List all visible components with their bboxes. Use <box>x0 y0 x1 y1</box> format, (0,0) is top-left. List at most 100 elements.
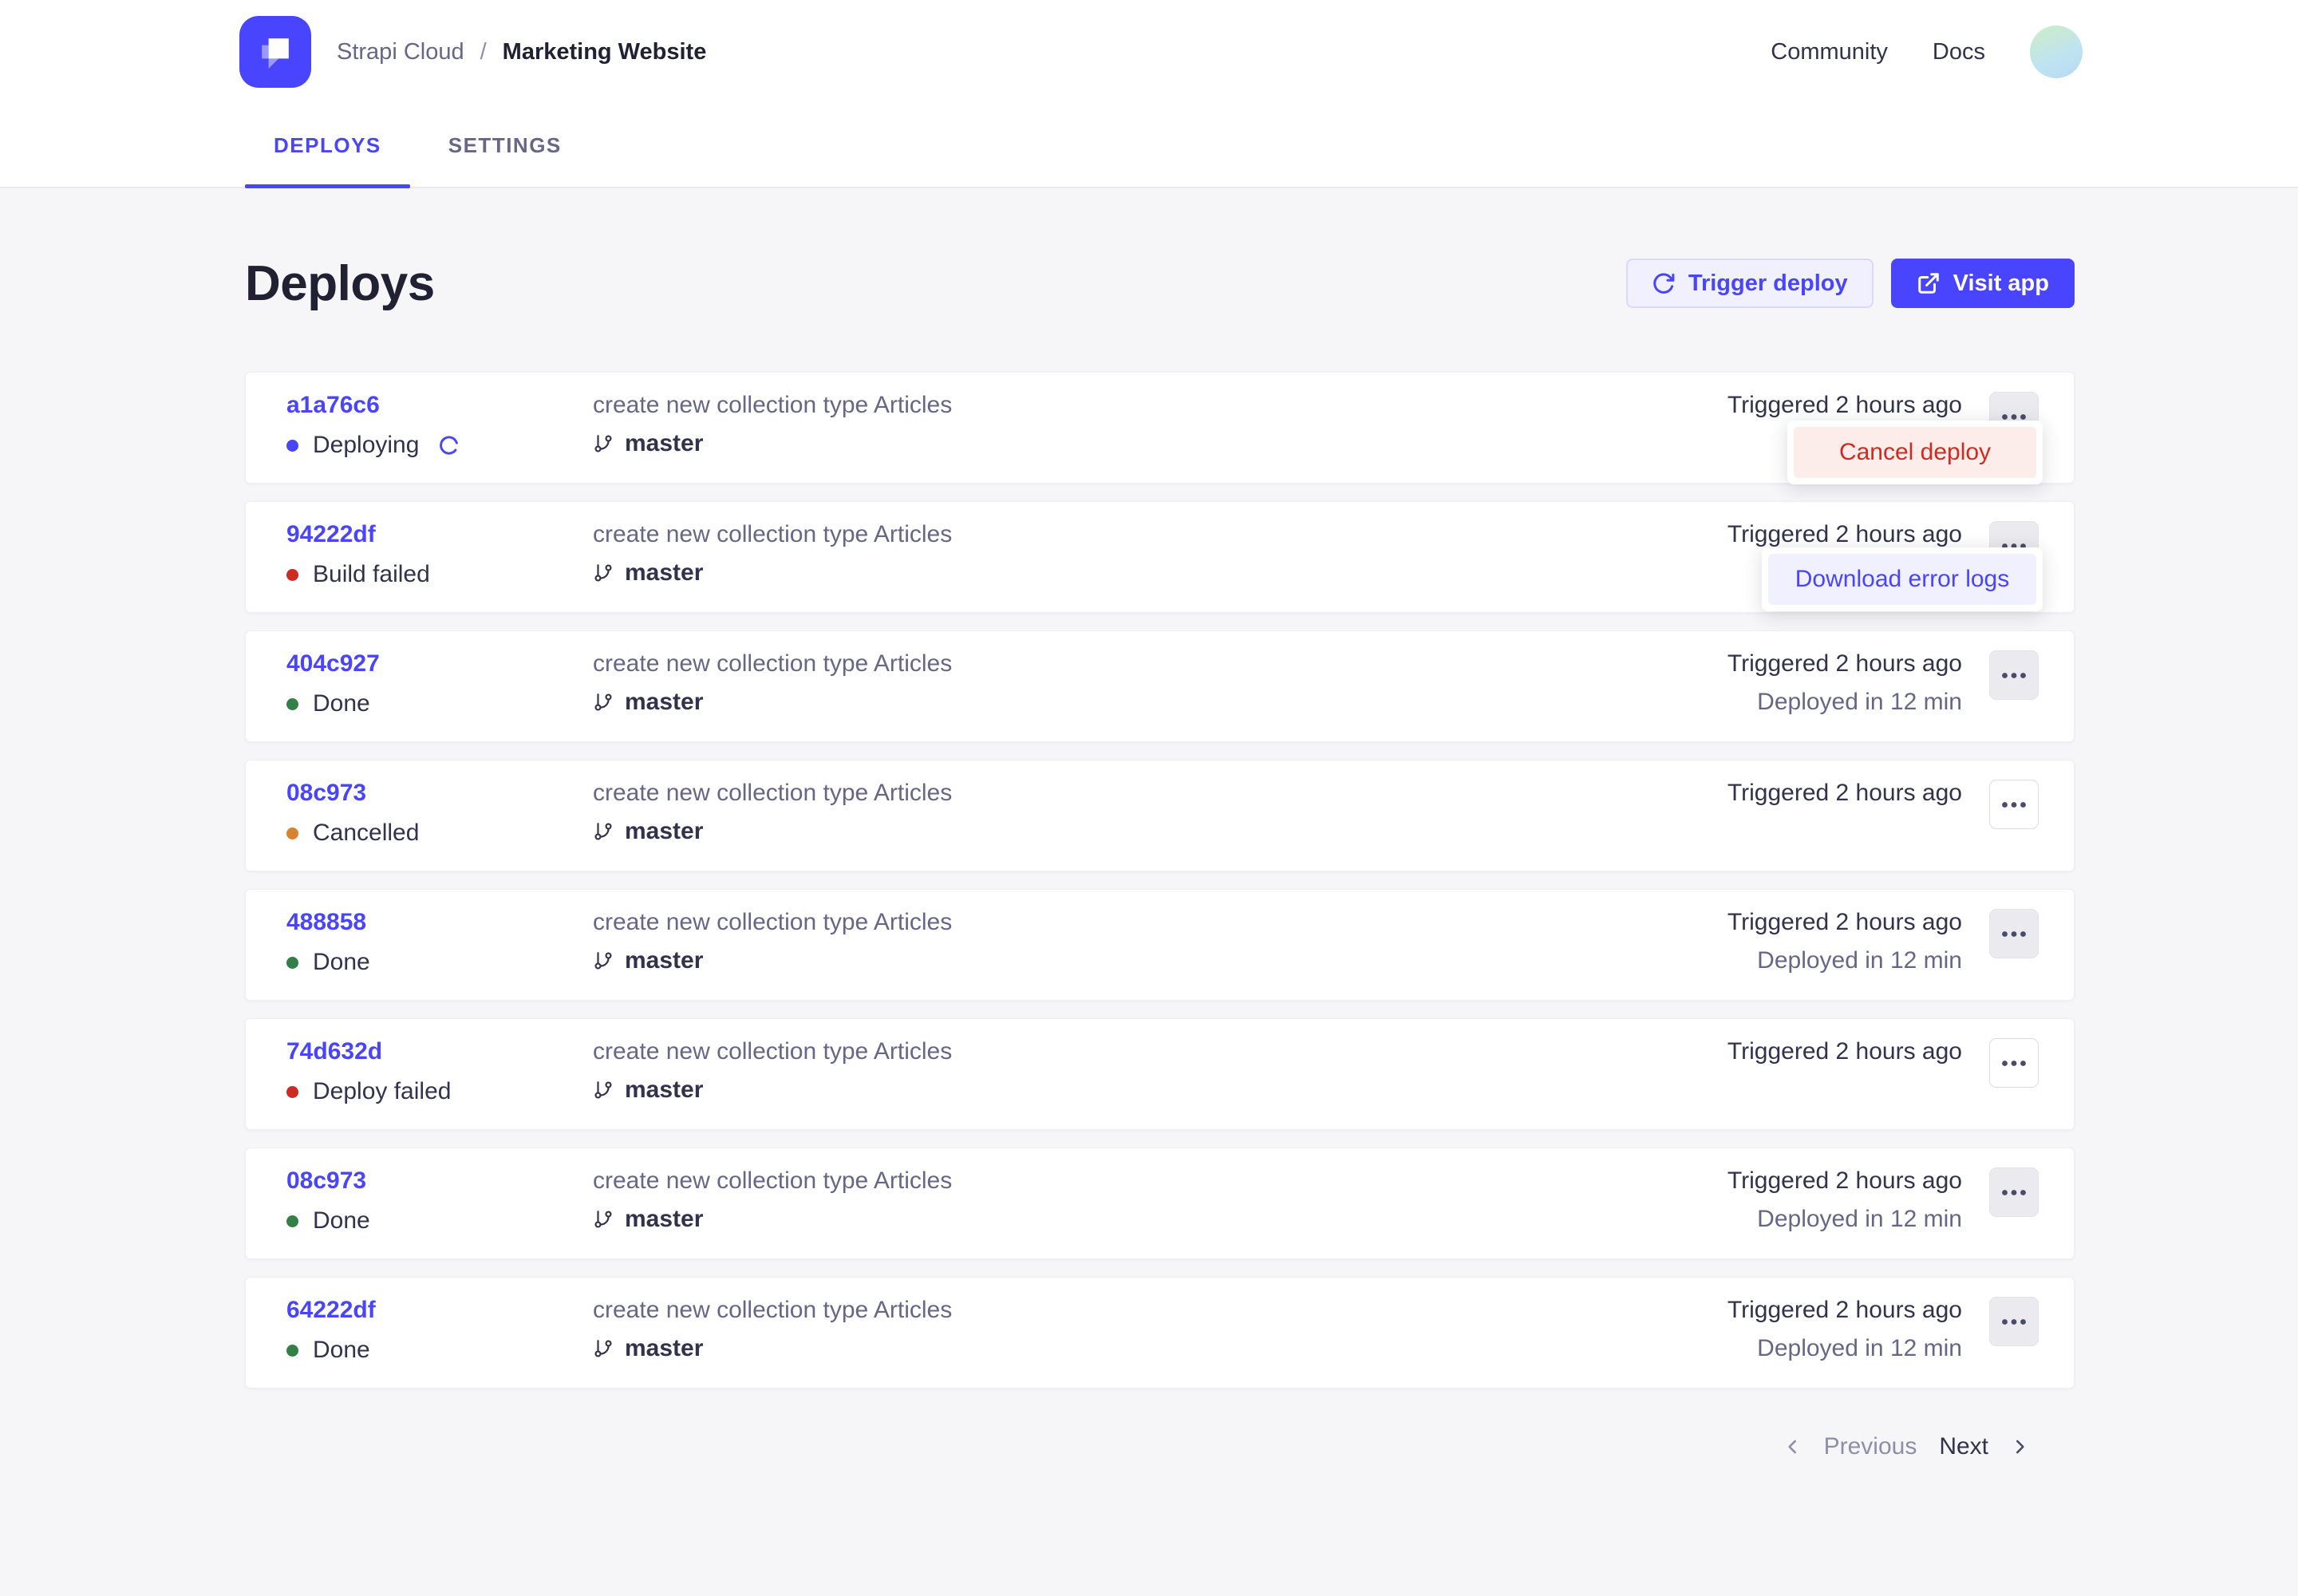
tab-deploys[interactable]: DEPLOYS <box>245 104 410 187</box>
status-label: Deploy failed <box>313 1078 451 1105</box>
row-more-button[interactable] <box>1989 1167 2039 1217</box>
deploy-id-cell: 488858 Done <box>286 909 593 976</box>
pagination-previous[interactable]: Previous <box>1783 1433 1917 1460</box>
git-branch-icon <box>593 692 614 713</box>
deploy-info-cell: create new collection type Articles mast… <box>593 1038 1727 1104</box>
more-dots-icon <box>2001 1189 2027 1196</box>
git-branch-icon <box>593 1338 614 1359</box>
status-dot <box>286 828 298 839</box>
page-actions: Trigger deploy Visit app <box>1626 259 2075 308</box>
deploy-list: a1a76c6 Deploying create new collection … <box>245 372 2075 1389</box>
trigger-deploy-button[interactable]: Trigger deploy <box>1626 259 1874 308</box>
commit-hash-link[interactable]: 404c927 <box>286 650 380 678</box>
git-branch-icon <box>593 433 614 454</box>
commit-hash-link[interactable]: a1a76c6 <box>286 392 380 419</box>
top-nav: Community Docs <box>1771 26 2083 78</box>
git-branch-icon <box>593 1209 614 1230</box>
status-dot <box>286 1345 298 1357</box>
triggered-label: Triggered 2 hours ago <box>1727 1167 1962 1195</box>
branch-label: master <box>625 818 703 845</box>
branch: master <box>593 559 1727 587</box>
row-more-button[interactable] <box>1989 909 2039 958</box>
row-more-button[interactable] <box>1989 780 2039 829</box>
tab-bar: DEPLOYS SETTINGS <box>0 104 2298 188</box>
git-branch-icon <box>593 821 614 842</box>
commit-message: create new collection type Articles <box>593 650 1727 678</box>
pagination: Previous Next <box>245 1406 2075 1460</box>
commit-hash-link[interactable]: 488858 <box>286 909 366 936</box>
status-label: Deploying <box>313 432 419 459</box>
commit-hash-link[interactable]: 64222df <box>286 1297 376 1324</box>
strapi-logo-icon[interactable] <box>239 16 311 88</box>
more-dots-icon <box>2001 1060 2027 1067</box>
deploy-info-cell: create new collection type Articles mast… <box>593 392 1727 457</box>
deploy-timing-cell: Triggered 2 hours ago Deployed in 12 min <box>1727 650 1962 716</box>
cancel-deploy-menu-item[interactable]: Cancel deploy <box>1794 427 2036 478</box>
breadcrumb-current: Marketing Website <box>503 39 707 65</box>
deploy-info-cell: create new collection type Articles mast… <box>593 521 1727 587</box>
branch: master <box>593 430 1727 457</box>
row-actions-menu: Cancel deploy <box>1787 421 2043 484</box>
branch: master <box>593 689 1727 716</box>
commit-hash-link[interactable]: 08c973 <box>286 1167 366 1195</box>
tab-settings[interactable]: SETTINGS <box>420 104 590 187</box>
pagination-next[interactable]: Next <box>1939 1433 2030 1460</box>
triggered-label: Triggered 2 hours ago <box>1727 392 1962 419</box>
main-content: Deploys Trigger deploy <box>245 188 2075 1460</box>
download-error-logs-menu-item[interactable]: Download error logs <box>1768 554 2036 605</box>
status-label: Cancelled <box>313 820 419 847</box>
deploy-info-cell: create new collection type Articles mast… <box>593 650 1727 716</box>
row-more-button[interactable] <box>1989 1297 2039 1346</box>
commit-message: create new collection type Articles <box>593 909 1727 936</box>
row-more-button[interactable] <box>1989 650 2039 700</box>
git-branch-icon <box>593 950 614 971</box>
commit-message: create new collection type Articles <box>593 1297 1727 1324</box>
branch-label: master <box>625 689 703 716</box>
status-dot <box>286 1086 298 1098</box>
nav-community-link[interactable]: Community <box>1771 39 1888 65</box>
deploy-status: Done <box>286 690 593 717</box>
commit-hash-link[interactable]: 08c973 <box>286 780 366 807</box>
commit-hash-link[interactable]: 74d632d <box>286 1038 382 1065</box>
deploy-row: 08c973 Cancelled create new collection t… <box>245 760 2075 871</box>
deploy-row: 488858 Done create new collection type A… <box>245 889 2075 1001</box>
row-more-button[interactable] <box>1989 1038 2039 1088</box>
deploy-timing-cell: Triggered 2 hours ago Deployed in 12 min <box>1727 1297 1962 1362</box>
more-dots-icon <box>2001 413 2027 421</box>
git-branch-icon <box>593 563 614 583</box>
deploy-info-cell: create new collection type Articles mast… <box>593 909 1727 974</box>
more-dots-icon <box>2001 672 2027 679</box>
status-dot <box>286 957 298 969</box>
breadcrumb-separator: / <box>480 39 487 65</box>
page-header: Deploys Trigger deploy <box>245 188 2075 332</box>
deploy-id-cell: 08c973 Cancelled <box>286 780 593 847</box>
branch-label: master <box>625 559 703 587</box>
more-dots-icon <box>2001 801 2027 808</box>
commit-hash-link[interactable]: 94222df <box>286 521 376 548</box>
more-dots-icon <box>2001 1318 2027 1325</box>
breadcrumb-root[interactable]: Strapi Cloud <box>337 39 464 65</box>
branch-label: master <box>625 1206 703 1233</box>
status-label: Done <box>313 1207 370 1235</box>
deploy-status: Deploying <box>286 432 593 459</box>
branch: master <box>593 1077 1727 1104</box>
trigger-deploy-label: Trigger deploy <box>1688 271 1848 297</box>
deployed-label: Deployed in 12 min <box>1727 1335 1962 1362</box>
status-dot <box>286 698 298 710</box>
user-avatar[interactable] <box>2030 26 2083 78</box>
triggered-label: Triggered 2 hours ago <box>1727 521 1962 548</box>
deploy-timing-cell: Triggered 2 hours ago <box>1727 1038 1962 1077</box>
deploy-id-cell: 404c927 Done <box>286 650 593 717</box>
deploy-id-cell: 08c973 Done <box>286 1167 593 1235</box>
visit-app-button[interactable]: Visit app <box>1891 259 2075 308</box>
deploy-info-cell: create new collection type Articles mast… <box>593 1297 1727 1362</box>
deploy-timing-cell: Triggered 2 hours ago Deployed in 12 min <box>1727 1167 1962 1233</box>
deploy-status: Build failed <box>286 561 593 588</box>
more-dots-icon <box>2001 930 2027 938</box>
commit-message: create new collection type Articles <box>593 1038 1727 1065</box>
status-label: Done <box>313 949 370 976</box>
spinner-icon <box>438 435 460 456</box>
status-label: Build failed <box>313 561 430 588</box>
nav-docs-link[interactable]: Docs <box>1933 39 1985 65</box>
branch-label: master <box>625 947 703 974</box>
